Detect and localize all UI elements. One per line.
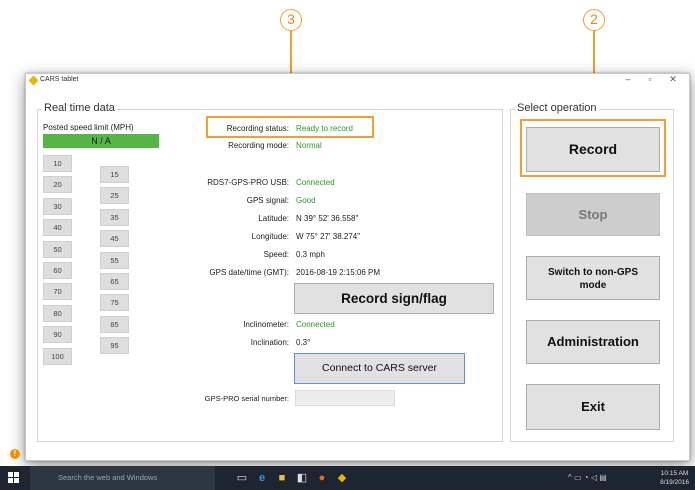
recording-mode-label: Recording mode: xyxy=(228,141,289,150)
realtime-data-title: Real time data xyxy=(42,102,117,114)
speed-button-15[interactable]: 15 xyxy=(100,166,129,183)
speed-button-35[interactable]: 35 xyxy=(100,208,129,226)
store-icon[interactable]: ◧ xyxy=(295,471,309,485)
callout-3: 3 xyxy=(280,9,302,31)
administration-button[interactable]: Administration xyxy=(526,320,660,364)
taskbar: Search the web and Windows ▭ e ■ ◧ ● ◆ ^… xyxy=(0,466,695,490)
speed-button-75[interactable]: 75 xyxy=(100,294,129,312)
callout-2: 2 xyxy=(583,9,605,31)
speed-button-70[interactable]: 70 xyxy=(43,283,72,301)
speed-button-65[interactable]: 65 xyxy=(100,273,129,290)
serial-number-field[interactable] xyxy=(295,390,395,406)
taskbar-search[interactable]: Search the web and Windows xyxy=(30,466,215,490)
switch-mode-line1: Switch to non-GPS xyxy=(548,267,638,278)
switch-to-non-gps-button[interactable]: Switch to non-GPS mode xyxy=(526,256,660,300)
speed-button-50[interactable]: 50 xyxy=(43,240,72,258)
serial-number-label: GPS-PRO serial number: xyxy=(204,394,289,403)
speed-button-10[interactable]: 10 xyxy=(43,155,72,172)
speed-button-90[interactable]: 90 xyxy=(43,326,72,344)
task-view-icon[interactable]: ▭ xyxy=(235,471,249,485)
clock-time: 10:15 AM xyxy=(660,470,689,477)
edge-icon[interactable]: e xyxy=(255,471,269,485)
longitude-value: W 75° 27' 38.274" xyxy=(296,232,361,241)
tray-icons[interactable]: ^ ▭ ◔ ◁ ▤ xyxy=(568,473,607,482)
inclinometer-value: Connected xyxy=(296,320,335,329)
record-highlight xyxy=(520,119,666,177)
cars-app-icon[interactable]: ◆ xyxy=(335,471,349,485)
speed-button-40[interactable]: 40 xyxy=(43,219,72,237)
speed-button-95[interactable]: 95 xyxy=(100,337,129,355)
record-sign-flag-button[interactable]: Record sign/flag xyxy=(294,283,494,314)
gps-signal-value: Good xyxy=(296,196,316,205)
gps-datetime-label: GPS date/time (GMT): xyxy=(209,268,289,277)
speed-button-30[interactable]: 30 xyxy=(43,197,72,215)
latitude-value: N 39° 52' 36.558" xyxy=(296,214,359,223)
speed-button-45[interactable]: 45 xyxy=(100,230,129,248)
inclination-label: Inclination: xyxy=(250,338,289,347)
speed-limit-label: Posted speed limit (MPH) xyxy=(43,123,134,132)
firefox-icon[interactable]: ● xyxy=(315,471,329,485)
speed-button-80[interactable]: 80 xyxy=(43,304,72,322)
maximize-button[interactable]: ▫ xyxy=(640,74,660,84)
speed-button-100[interactable]: 100 xyxy=(43,347,72,365)
longitude-label: Longitude: xyxy=(251,232,289,241)
taskbar-clock[interactable]: 10:15 AM 8/19/2016 xyxy=(660,469,689,487)
gps-signal-label: GPS signal: xyxy=(246,196,289,205)
speed-button-25[interactable]: 25 xyxy=(100,187,129,205)
windows-start-icon[interactable] xyxy=(8,472,20,484)
usb-label: RDS7-GPS-PRO USB: xyxy=(207,178,289,187)
speed-button-55[interactable]: 55 xyxy=(100,251,129,269)
clock-date: 8/19/2016 xyxy=(660,479,689,486)
select-operation-title: Select operation xyxy=(515,102,599,114)
latitude-label: Latitude: xyxy=(258,214,289,223)
switch-mode-line2: mode xyxy=(579,280,607,291)
minimize-button[interactable]: – xyxy=(618,74,638,84)
window-title: CARS tablet xyxy=(40,76,79,83)
speed-value: 0.3 mph xyxy=(296,250,325,259)
usb-value: Connected xyxy=(296,178,335,187)
warning-icon: ! xyxy=(10,449,20,459)
recording-mode-value: Normal xyxy=(296,141,322,150)
inclination-value: 0.3° xyxy=(296,338,311,347)
title-bar: CARS tablet – ▫ ✕ xyxy=(26,74,689,88)
speed-button-60[interactable]: 60 xyxy=(43,262,72,279)
inclinometer-label: Inclinometer: xyxy=(243,320,289,329)
connect-cars-server-button[interactable]: Connect to CARS server xyxy=(294,353,465,384)
speed-button-20[interactable]: 20 xyxy=(43,176,72,194)
file-explorer-icon[interactable]: ■ xyxy=(275,471,289,485)
speed-button-85[interactable]: 85 xyxy=(100,315,129,333)
gps-datetime-value: 2016-08-19 2:15:06 PM xyxy=(296,268,381,277)
speed-label: Speed: xyxy=(263,250,289,259)
app-diamond-icon xyxy=(28,75,39,86)
recording-status-highlight xyxy=(206,116,374,138)
close-button[interactable]: ✕ xyxy=(663,74,683,85)
stop-button[interactable]: Stop xyxy=(526,193,660,236)
exit-button[interactable]: Exit xyxy=(526,384,660,430)
